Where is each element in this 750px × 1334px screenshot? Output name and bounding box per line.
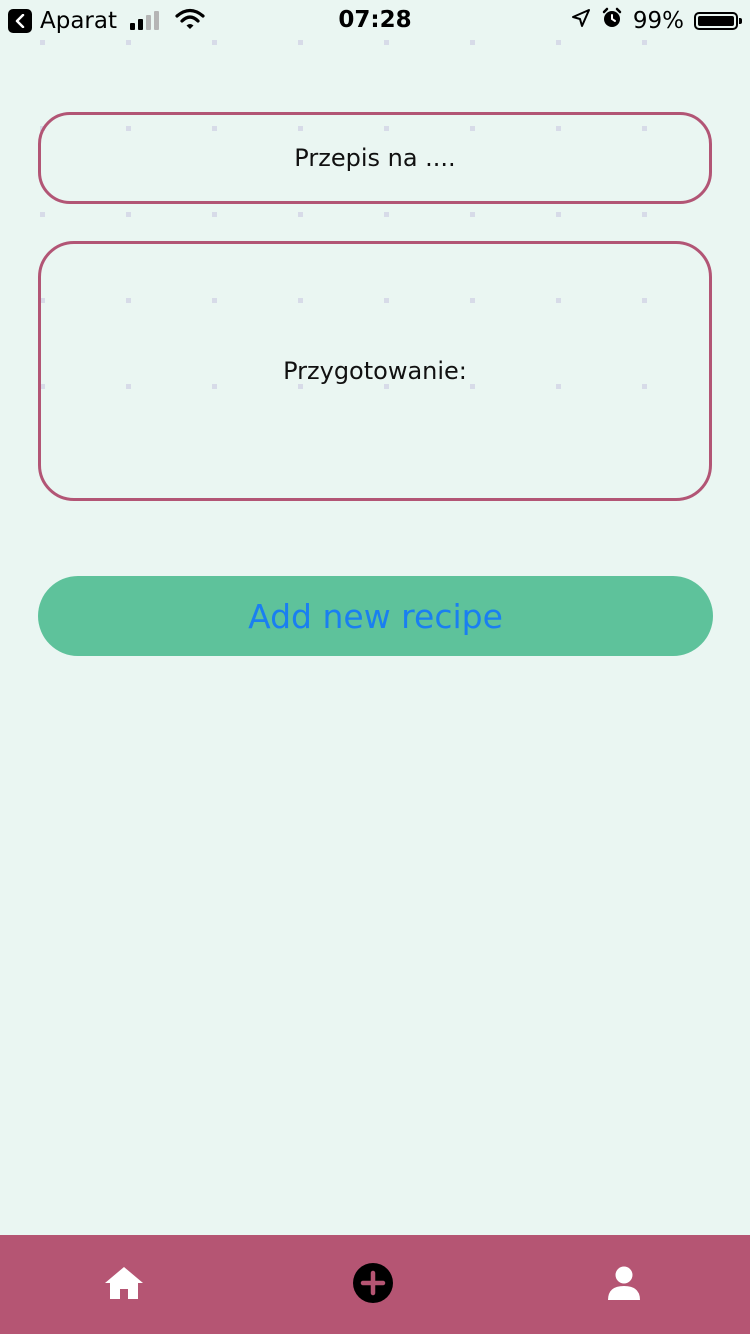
preparation-field[interactable]: Przygotowanie:: [38, 241, 712, 501]
battery-icon: [694, 12, 742, 30]
tab-add[interactable]: [313, 1235, 433, 1334]
add-recipe-button[interactable]: Add new recipe: [38, 576, 713, 656]
status-right-group: 99%: [571, 7, 742, 35]
battery-percent: 99%: [632, 8, 684, 34]
location-icon: [571, 8, 591, 34]
screen: Aparat 07:28 99% Przepis na .... Przygot…: [0, 0, 750, 1334]
tab-home[interactable]: [64, 1235, 184, 1334]
plus-circle-icon: [352, 1262, 394, 1308]
tab-profile[interactable]: [564, 1235, 684, 1334]
recipe-title-field[interactable]: Przepis na ....: [38, 112, 712, 204]
alarm-icon: [601, 7, 623, 35]
home-icon: [103, 1265, 145, 1305]
user-icon: [606, 1265, 642, 1305]
preparation-placeholder: Przygotowanie:: [283, 357, 467, 385]
recipe-title-placeholder: Przepis na ....: [294, 144, 456, 172]
tab-bar: [0, 1235, 750, 1334]
status-bar: Aparat 07:28 99%: [0, 0, 750, 40]
